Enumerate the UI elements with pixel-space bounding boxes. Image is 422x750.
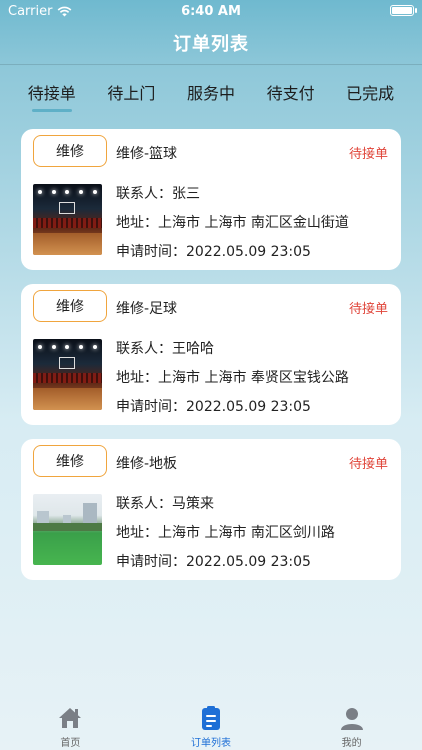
order-address: 地址：上海市 上海市 南汇区金山街道: [116, 215, 349, 231]
tab-awaiting-visit[interactable]: 待上门: [107, 78, 155, 118]
order-title: 维修-地板: [116, 456, 178, 472]
order-list: 维修 维修-篮球 待接单 联系人：张三 地址：上海市 上海市 南汇区金山街道 申…: [21, 129, 401, 594]
tabbar-order-list-label: 订单列表: [190, 738, 231, 749]
status-badge: 待接单: [348, 147, 388, 162]
order-contact: 联系人：张三: [116, 186, 200, 202]
order-type-button[interactable]: 维修: [33, 445, 107, 477]
status-badge: 待接单: [348, 457, 388, 472]
tabbar-order-list[interactable]: 订单列表: [161, 700, 261, 750]
order-time: 申请时间：2022.05.09 23:05: [116, 554, 311, 570]
nav-divider: [0, 64, 422, 65]
tabbar-profile[interactable]: 我的: [302, 700, 402, 750]
order-address: 地址：上海市 上海市 奉贤区宝钱公路: [116, 370, 349, 386]
tab-in-service[interactable]: 服务中: [187, 78, 235, 118]
order-card[interactable]: 维修 维修-篮球 待接单 联系人：张三 地址：上海市 上海市 南汇区金山街道 申…: [21, 129, 401, 270]
clock: 6:40 AM: [181, 4, 241, 19]
order-thumbnail: [33, 494, 102, 565]
profile-icon: [340, 708, 363, 730]
order-time: 申请时间：2022.05.09 23:05: [116, 399, 311, 415]
order-status-tabs: 待接单 待上门 服务中 待支付 已完成: [0, 78, 422, 118]
order-thumbnail: [33, 339, 102, 410]
tabbar-home-label: 首页: [60, 738, 81, 749]
order-type-button[interactable]: 维修: [33, 290, 107, 322]
order-contact: 联系人：王哈哈: [116, 341, 214, 357]
order-title: 维修-足球: [116, 301, 178, 317]
status-badge: 待接单: [348, 302, 388, 317]
order-thumbnail: [33, 184, 102, 255]
order-title: 维修-篮球: [116, 146, 178, 162]
tab-pending[interactable]: 待接单: [28, 78, 76, 118]
battery-icon: [390, 5, 417, 16]
page-title: 订单列表: [173, 34, 249, 55]
home-icon: [59, 708, 82, 728]
order-list-icon: [201, 706, 220, 730]
order-address: 地址：上海市 上海市 南汇区剑川路: [116, 525, 335, 541]
order-type-button[interactable]: 维修: [33, 135, 107, 167]
order-contact: 联系人：马策来: [116, 496, 214, 512]
order-time: 申请时间：2022.05.09 23:05: [116, 244, 311, 260]
tabbar-profile-label: 我的: [341, 738, 362, 749]
tab-awaiting-payment[interactable]: 待支付: [267, 78, 315, 118]
bottom-tab-bar: 首页 订单列表 我的: [0, 700, 422, 750]
order-card[interactable]: 维修 维修-足球 待接单 联系人：王哈哈 地址：上海市 上海市 奉贤区宝钱公路 …: [21, 284, 401, 425]
tabbar-home[interactable]: 首页: [20, 700, 120, 750]
status-bar: Carrier 6:40 AM: [0, 0, 422, 22]
tab-completed[interactable]: 已完成: [346, 78, 394, 118]
order-card[interactable]: 维修 维修-地板 待接单 联系人：马策来 地址：上海市 上海市 南汇区剑川路 申…: [21, 439, 401, 580]
